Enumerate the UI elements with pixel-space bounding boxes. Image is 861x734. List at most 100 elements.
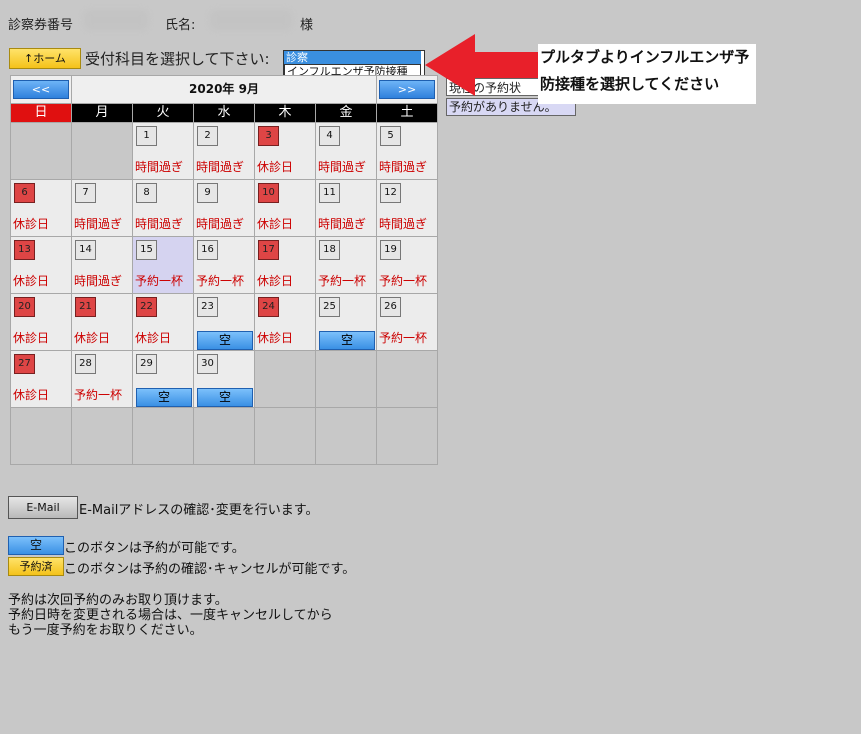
day-number: 7 — [75, 183, 96, 203]
day-number: 11 — [319, 183, 340, 203]
day-status: 休診日 — [257, 217, 294, 231]
day-status: 予約一杯 — [379, 331, 428, 345]
email-button[interactable]: E-Mail — [8, 496, 78, 519]
calendar-day-10: 10 休診日 — [254, 179, 316, 237]
calendar-day-8: 8 時間過ぎ — [132, 179, 194, 237]
weekday-thu: 木 — [254, 103, 316, 123]
patient-name-label: 氏名: — [165, 18, 196, 33]
calendar-day-17: 17 休診日 — [254, 236, 316, 294]
department-select-label: 受付科目を選択して下さい: — [85, 50, 270, 68]
day-number: 4 — [319, 126, 340, 146]
calendar-empty-cell — [254, 407, 316, 465]
notes: 予約は次回予約のみお取り頂けます。 予約日時を変更される場合は、一度キャンセルし… — [8, 593, 333, 638]
day-status: 休診日 — [13, 217, 50, 231]
day-number: 16 — [197, 240, 218, 260]
day-status: 時間過ぎ — [379, 160, 428, 174]
day-number: 29 — [136, 354, 157, 374]
day-number: 3 — [258, 126, 279, 146]
calendar-empty-cell — [132, 407, 194, 465]
calendar-day-5: 5 時間過ぎ — [376, 122, 438, 180]
weekday-sun: 日 — [10, 103, 72, 123]
calendar-day-6: 6 休診日 — [10, 179, 72, 237]
day-status: 時間過ぎ — [196, 160, 245, 174]
calendar-empty-cell — [315, 407, 377, 465]
day-number: 1 — [136, 126, 157, 146]
day-status: 予約一杯 — [318, 274, 367, 288]
calendar-day-11: 11 時間過ぎ — [315, 179, 377, 237]
calendar-empty-cell — [71, 407, 133, 465]
day-number: 27 — [14, 354, 35, 374]
prev-month-button[interactable]: << — [13, 80, 69, 99]
day-status: 休診日 — [257, 274, 294, 288]
calendar-day-7: 7 時間過ぎ — [71, 179, 133, 237]
email-description: E-Mailアドレスの確認･変更を行います。 — [79, 503, 319, 518]
calendar-day-29[interactable]: 29 空 — [132, 350, 194, 408]
calendar-day-4: 4 時間過ぎ — [315, 122, 377, 180]
book-slot-button[interactable]: 空 — [197, 331, 253, 350]
calendar-empty-cell — [254, 350, 316, 408]
day-number: 14 — [75, 240, 96, 260]
day-number: 15 — [136, 240, 157, 260]
calendar-day-22: 22 休診日 — [132, 293, 194, 351]
callout-line-1: プルタブよりインフルエンザ予 — [540, 48, 750, 66]
note-line: 予約日時を変更される場合は、一度キャンセルしてから — [8, 608, 333, 623]
day-status: 予約一杯 — [74, 388, 123, 402]
callout-line-2: 防接種を選択してください — [540, 75, 720, 93]
day-status: 予約一杯 — [196, 274, 245, 288]
redacted-ticket-number — [84, 10, 148, 30]
day-number: 24 — [258, 297, 279, 317]
legend-available-text: このボタンは予約が可能です。 — [64, 541, 245, 556]
month-title: 2020年 9月 — [189, 82, 259, 96]
calendar-day-27: 27 休診日 — [10, 350, 72, 408]
calendar-empty-cell — [193, 407, 255, 465]
honorific: 様 — [300, 18, 314, 33]
next-month-button[interactable]: >> — [379, 80, 435, 99]
calendar-empty-cell — [376, 350, 438, 408]
calendar-day-1: 1 時間過ぎ — [132, 122, 194, 180]
calendar-day-2: 2 時間過ぎ — [193, 122, 255, 180]
legend-reserved-text: このボタンは予約の確認･キャンセルが可能です。 — [64, 562, 356, 577]
legend-available-button: 空 — [8, 536, 64, 555]
calendar-day-14: 14 時間過ぎ — [71, 236, 133, 294]
calendar-day-23[interactable]: 23 空 — [193, 293, 255, 351]
calendar-day-25[interactable]: 25 空 — [315, 293, 377, 351]
day-status: 時間過ぎ — [135, 217, 184, 231]
book-slot-button[interactable]: 空 — [136, 388, 192, 407]
weekday-wed: 水 — [193, 103, 255, 123]
day-number: 6 — [14, 183, 35, 203]
day-number: 9 — [197, 183, 218, 203]
calendar-day-26: 26 予約一杯 — [376, 293, 438, 351]
dropdown-option-consultation[interactable]: 診察 — [284, 51, 421, 64]
calendar-day-24: 24 休診日 — [254, 293, 316, 351]
day-status: 休診日 — [257, 331, 294, 345]
annotation-arrow-icon — [425, 34, 540, 96]
weekday-mon: 月 — [71, 103, 133, 123]
day-number: 13 — [14, 240, 35, 260]
day-number: 8 — [136, 183, 157, 203]
calendar-day-16: 16 予約一杯 — [193, 236, 255, 294]
calendar-day-21: 21 休診日 — [71, 293, 133, 351]
calendar-day-30[interactable]: 30 空 — [193, 350, 255, 408]
day-number: 19 — [380, 240, 401, 260]
legend-reserved-button: 予約済 — [8, 557, 64, 576]
book-slot-button[interactable]: 空 — [319, 331, 375, 350]
calendar-day-28: 28 予約一杯 — [71, 350, 133, 408]
day-number: 22 — [136, 297, 157, 317]
day-status: 時間過ぎ — [379, 217, 428, 231]
calendar-day-12: 12 時間過ぎ — [376, 179, 438, 237]
calendar-day-20: 20 休診日 — [10, 293, 72, 351]
day-number: 12 — [380, 183, 401, 203]
calendar-empty-cell — [10, 407, 72, 465]
day-status: 休診日 — [13, 388, 50, 402]
day-status: 予約一杯 — [379, 274, 428, 288]
day-number: 21 — [75, 297, 96, 317]
day-status: 休診日 — [135, 331, 172, 345]
reservation-calendar: << 2020年 9月 >> 日 月 火 水 木 金 土 1 時間過ぎ 2 時間過ぎ 3… — [10, 75, 438, 465]
calendar-empty-cell — [10, 122, 72, 180]
redacted-patient-name — [210, 10, 292, 30]
book-slot-button[interactable]: 空 — [197, 388, 253, 407]
day-status: 時間過ぎ — [74, 217, 123, 231]
home-button[interactable]: ↑ホーム — [9, 48, 81, 69]
day-number: 2 — [197, 126, 218, 146]
day-number: 10 — [258, 183, 279, 203]
